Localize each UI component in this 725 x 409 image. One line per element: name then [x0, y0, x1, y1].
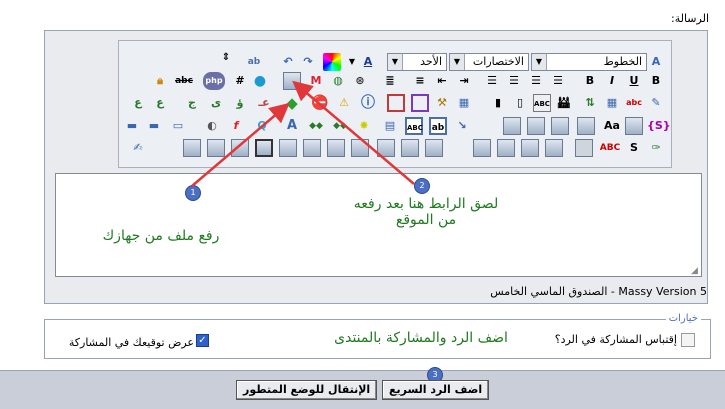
arrow-paste: [292, 80, 415, 185]
options-legend: خيارات: [665, 313, 701, 324]
signature-label: عرض توقيعك في المشاركة: [68, 336, 194, 349]
quote-label: إقتباس المشاركة في الرد؟: [554, 333, 677, 346]
editor-footer: الصندوق الماسي الخامس - Massy Version 5: [490, 285, 707, 298]
action-bar: 3 اضف الرد السريع الإنتقال للوضع المتطور: [0, 367, 725, 409]
callout-add-reply: اضف الرد والمشاركة بالمنتدى: [334, 330, 508, 346]
advanced-mode-button[interactable]: الإنتقال للوضع المتطور: [236, 380, 378, 400]
quick-reply-button[interactable]: اضف الرد السريع: [382, 380, 490, 400]
arrow-upload: [191, 102, 290, 187]
quote-checkbox[interactable]: [681, 333, 695, 347]
signature-checkbox[interactable]: ✓: [196, 334, 209, 347]
